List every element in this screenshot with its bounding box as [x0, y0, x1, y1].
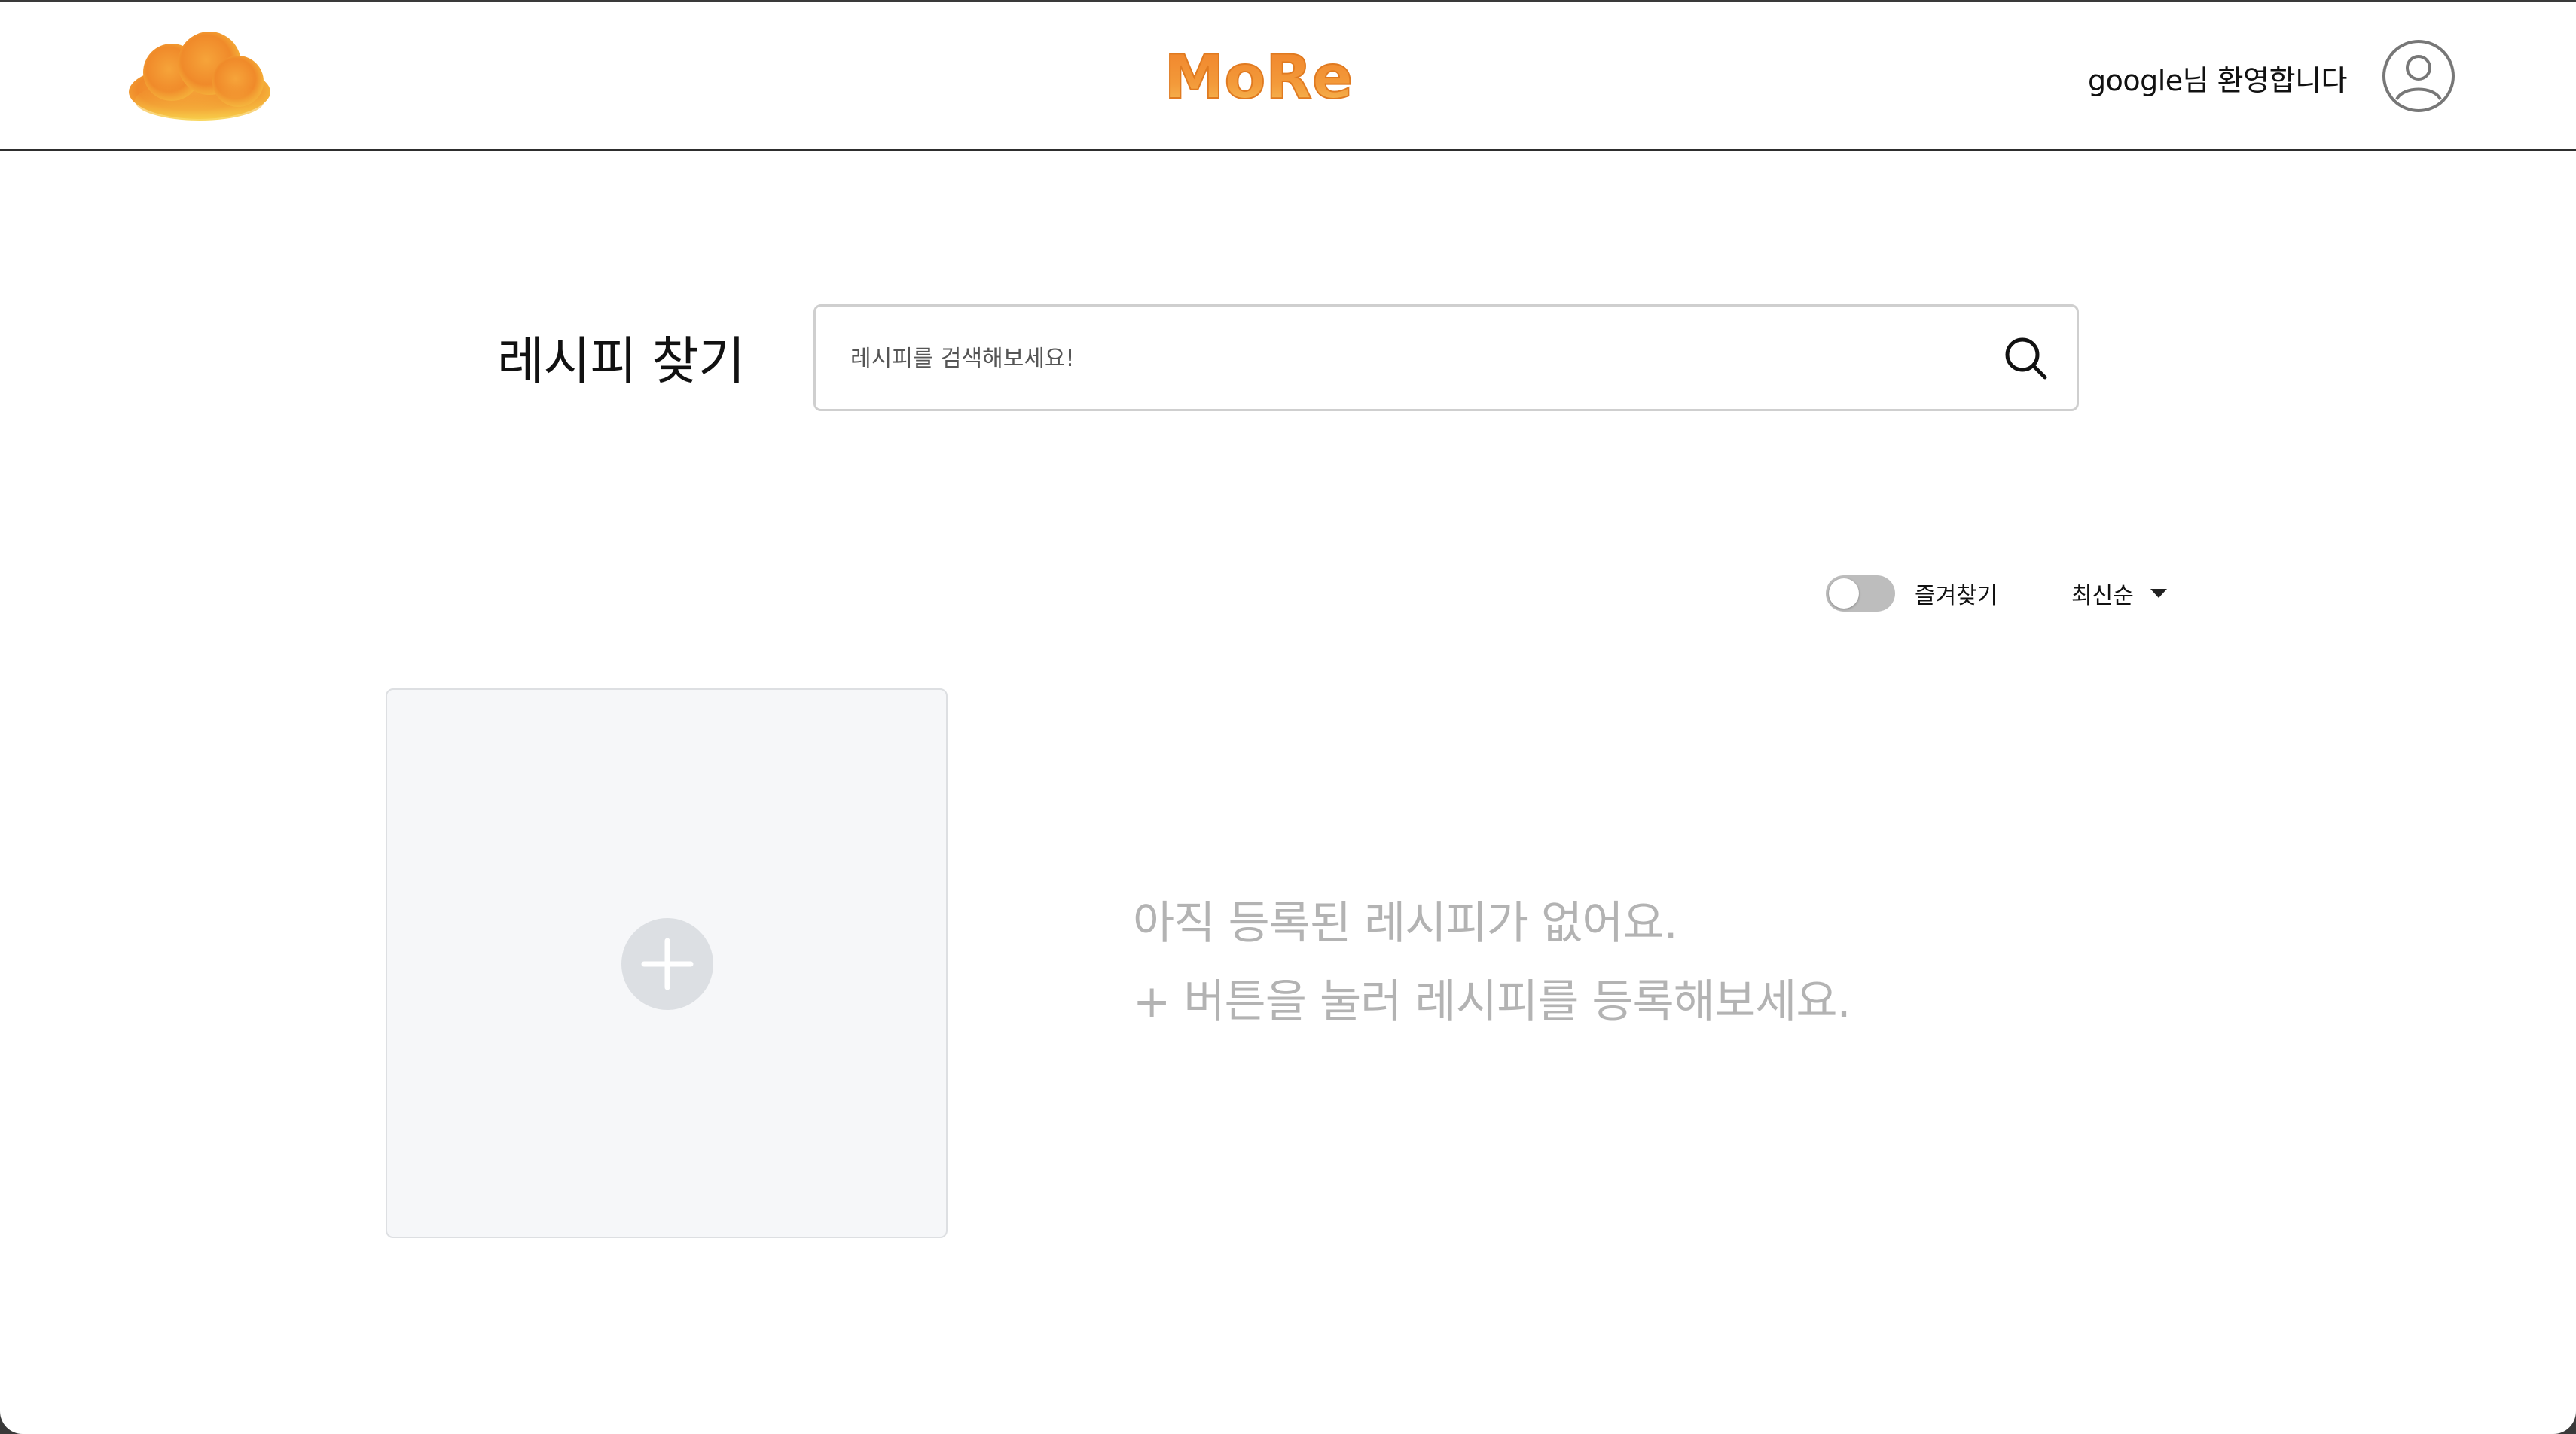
cloud-logo-icon[interactable] [125, 29, 274, 124]
window-corner-right [2531, 1389, 2576, 1434]
empty-state-message: 아직 등록된 레시피가 없어요. + 버튼을 눌러 레시피를 등록해보세요. [1133, 884, 1851, 1041]
welcome-text: google님 환영합니다 [2087, 64, 2348, 97]
sort-selected-label: 최신순 [2071, 583, 2134, 609]
top-header: MoRe google님 환영합니다 [0, 2, 2576, 151]
search-input[interactable] [849, 307, 1967, 410]
brand-logo[interactable]: MoRe [1152, 41, 1365, 113]
search-title: 레시피 찾기 [497, 332, 745, 392]
empty-state-line-1: 아직 등록된 레시피가 없어요. [1133, 897, 1678, 950]
favorites-label: 즐겨찾기 [1915, 583, 1998, 609]
plus-icon [641, 938, 694, 990]
favorites-toggle[interactable] [1826, 575, 1895, 612]
toggle-knob [1829, 578, 1859, 609]
search-box [813, 304, 2079, 411]
user-avatar-icon[interactable] [2382, 39, 2455, 113]
search-icon[interactable] [2001, 334, 2050, 382]
sort-dropdown[interactable]: 최신순 [2071, 572, 2167, 615]
add-recipe-card[interactable] [386, 688, 948, 1238]
window-corner-left [0, 1389, 45, 1434]
brand-name: MoRe [1164, 42, 1353, 111]
caret-down-icon [2150, 589, 2167, 598]
empty-state-line-2: + 버튼을 눌러 레시피를 등록해보세요. [1133, 975, 1851, 1028]
add-recipe-button[interactable] [621, 918, 713, 1010]
